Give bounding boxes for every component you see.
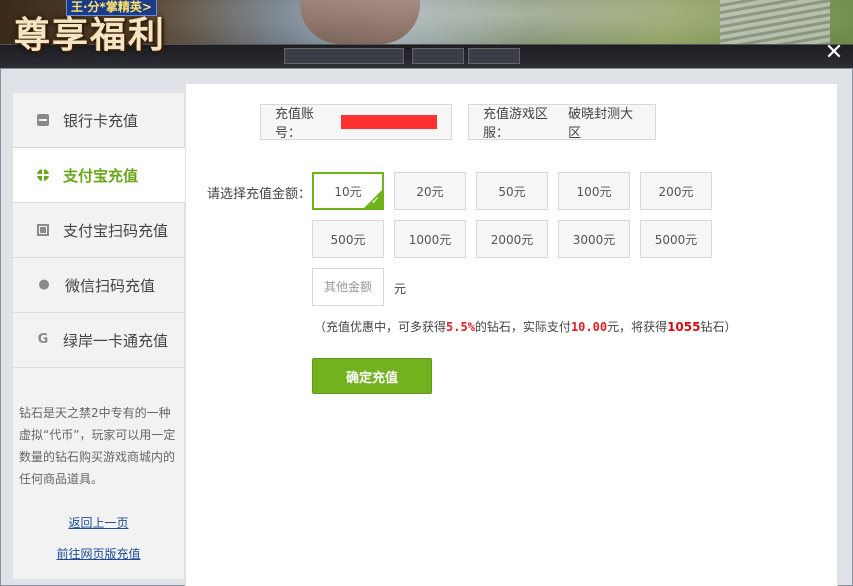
bank-card-icon — [37, 114, 49, 126]
banner-tab — [468, 48, 520, 64]
banner-stairs-art — [720, 0, 830, 50]
brand-tag: 王·分*掌精英> — [66, 0, 157, 16]
amount-option-label: 200元 — [658, 184, 694, 199]
amount-option-label: 5000元 — [654, 232, 698, 247]
amount-option-label: 1000元 — [408, 232, 452, 247]
banner-tower-art — [300, 0, 420, 44]
banner-tab — [412, 48, 464, 64]
amount-option-label: 2000元 — [490, 232, 534, 247]
check-icon: ✓ — [370, 194, 380, 207]
amount-option-label: 10元 — [334, 184, 362, 199]
banner: 尊享福利 王·分*掌精英> ✕ — [0, 0, 853, 68]
amount-option[interactable]: 50元 — [476, 172, 548, 210]
sidebar-item-label: 支付宝扫码充值 — [63, 221, 169, 240]
sidebar-item-lvan-card[interactable]: G 绿岸一卡通充值 — [13, 313, 184, 368]
sidebar-item-label: 银行卡充值 — [63, 111, 139, 130]
sidebar-item-label: 微信扫码充值 — [65, 276, 156, 295]
sidebar-item-bank-card[interactable]: 银行卡充值 — [13, 93, 184, 148]
recharge-panel: 充值账号： 充值游戏区服： 破晓封测大区 请选择充值金额： 10元 ✓ 20元 … — [185, 83, 838, 586]
web-recharge-link[interactable]: 前往网页版充值 — [13, 545, 184, 562]
promo-percent: 5.5% — [446, 320, 475, 334]
account-value-redacted — [340, 115, 437, 129]
dialog-frame: 银行卡充值 支付宝充值 支付宝扫码充值 ● 微信扫码充值 G 绿岸一卡通充值 钻… — [0, 68, 853, 586]
amount-option[interactable]: 3000元 — [558, 220, 630, 258]
sidebar: 银行卡充值 支付宝充值 支付宝扫码充值 ● 微信扫码充值 G 绿岸一卡通充值 钻… — [13, 93, 186, 579]
amount-option-selected[interactable]: 10元 ✓ — [312, 172, 384, 210]
amount-option[interactable]: 5000元 — [640, 220, 712, 258]
account-box: 充值账号： — [260, 104, 452, 141]
back-link[interactable]: 返回上一页 — [13, 514, 184, 531]
promo-mid1: 的钻石，实际支付 — [474, 320, 571, 334]
account-label: 充值账号： — [275, 107, 315, 141]
other-amount-input[interactable] — [312, 268, 384, 306]
promo-prefix: （充值优惠中，可多获得 — [314, 320, 447, 334]
sidebar-item-wechat-scan[interactable]: ● 微信扫码充值 — [13, 258, 184, 313]
promo-diamonds: 1055 — [667, 320, 701, 334]
qr-scan-icon — [37, 224, 49, 236]
confirm-recharge-button[interactable]: 确定充值 — [312, 358, 432, 394]
wechat-icon: ● — [38, 277, 50, 292]
amount-label: 请选择充值金额： — [207, 187, 312, 202]
amount-option-label: 50元 — [498, 184, 526, 199]
promo-suffix: 钻石） — [700, 320, 737, 334]
amount-option[interactable]: 200元 — [640, 172, 712, 210]
amount-option[interactable]: 2000元 — [476, 220, 548, 258]
promo-mid2: 元，将获得 — [607, 320, 668, 334]
amount-option-label: 100元 — [576, 184, 612, 199]
server-label: 充值游戏区服： — [483, 107, 549, 141]
amount-option[interactable]: 500元 — [312, 220, 384, 258]
close-button[interactable]: ✕ — [823, 42, 845, 64]
diamond-description: 钻石是天之禁2中专有的一种虚拟“代币”，玩家可以用一定数量的钻石购买游戏商城内的… — [19, 406, 176, 486]
server-box: 充值游戏区服： 破晓封测大区 — [468, 104, 656, 141]
amount-option[interactable]: 20元 — [394, 172, 466, 210]
amount-option[interactable]: 100元 — [558, 172, 630, 210]
sidebar-item-label: 绿岸一卡通充值 — [63, 331, 169, 350]
amount-option-label: 500元 — [330, 232, 366, 247]
sidebar-item-label: 支付宝充值 — [63, 166, 139, 185]
promo-text: （充值优惠中，可多获得5.5%的钻石，实际支付10.00元，将获得1055钻石） — [314, 318, 737, 335]
sidebar-item-alipay-scan[interactable]: 支付宝扫码充值 — [13, 203, 184, 258]
banner-tab — [284, 48, 404, 64]
alipay-icon — [37, 169, 49, 181]
amount-option[interactable]: 1000元 — [394, 220, 466, 258]
server-value: 破晓封测大区 — [568, 107, 634, 141]
sidebar-item-alipay[interactable]: 支付宝充值 — [13, 148, 186, 203]
g-card-icon: G — [37, 332, 49, 347]
other-amount-unit: 元 — [394, 282, 407, 296]
promo-pay-amount: 10.00 — [570, 320, 608, 334]
amount-option-label: 20元 — [416, 184, 444, 199]
amount-option-label: 3000元 — [572, 232, 616, 247]
